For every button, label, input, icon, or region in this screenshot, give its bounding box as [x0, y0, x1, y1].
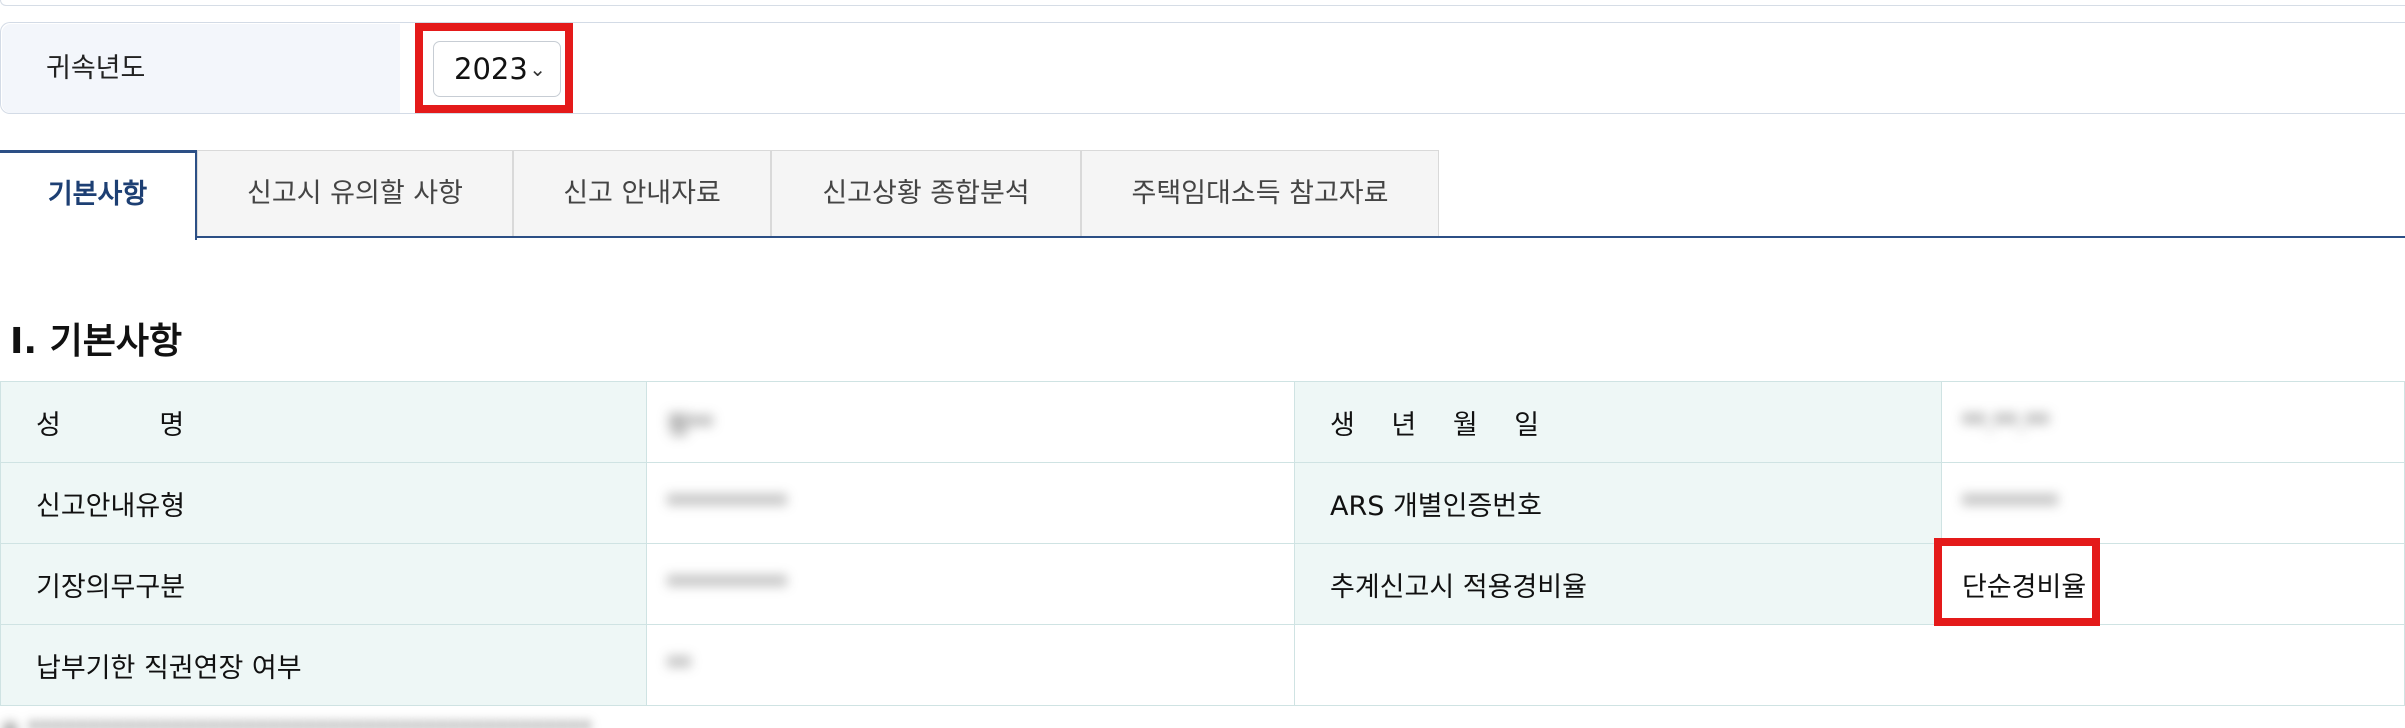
chevron-down-icon: ⌄ — [529, 57, 546, 81]
table-row: 신고안내유형 ********** ARS 개별인증번호 ******** — [0, 462, 2405, 544]
expense-rate-label: 추계신고시 적용경비율 — [1294, 543, 1942, 625]
ars-label: ARS 개별인증번호 — [1294, 462, 1942, 544]
basic-info-table: 성 명 정** 생 년 월 일 **.**.** 신고안내유형 ********… — [0, 381, 2405, 706]
tab-label: 기본사항 — [47, 179, 148, 210]
bookkeeping-label: 기장의무구분 — [0, 543, 647, 625]
year-filter-bar: 귀속년도 2023 ⌄ — [0, 22, 2405, 114]
tab-label: 신고시 유의할 사항 — [247, 178, 463, 209]
table-row: 납부기한 직권연장 여부 ** — [0, 624, 2405, 706]
table-row: 기장의무구분 ********** 추계신고시 적용경비율 단순경비율 — [0, 543, 2405, 625]
year-select-value: 2023 — [454, 52, 528, 86]
name-value: 정** — [646, 381, 1295, 463]
bottom-note: ※ **************************************… — [0, 716, 592, 728]
tab-label: 신고상황 종합분석 — [822, 178, 1030, 209]
table-row: 성 명 정** 생 년 월 일 **.**.** — [0, 381, 2405, 463]
tab-basic-info[interactable]: 기본사항 — [0, 150, 197, 240]
section-title: Ⅰ. 기본사항 — [10, 321, 183, 362]
ars-value: ******** — [1941, 462, 2405, 544]
expense-rate-value: 단순경비율 — [1941, 543, 2405, 625]
tab-bar: 기본사항 신고시 유의할 사항 신고 안내자료 신고상황 종합분석 주택임대소득… — [0, 150, 2405, 240]
tab-label: 주택임대소득 참고자료 — [1131, 178, 1389, 209]
tab-label: 신고 안내자료 — [563, 178, 721, 209]
year-label: 귀속년도 — [46, 53, 146, 84]
guide-type-value: ********** — [646, 462, 1295, 544]
tab-housing-rental[interactable]: 주택임대소득 참고자료 — [1081, 150, 1439, 238]
extension-label: 납부기한 직권연장 여부 — [0, 624, 647, 706]
birth-value: **.**.** — [1941, 381, 2405, 463]
bookkeeping-value: ********** — [646, 543, 1295, 625]
tab-baseline — [196, 236, 2405, 238]
year-label-cell: 귀속년도 — [2, 24, 400, 113]
top-panel-edge — [0, 0, 2405, 6]
name-label: 성 명 — [0, 381, 647, 463]
tab-filing-cautions[interactable]: 신고시 유의할 사항 — [197, 150, 513, 238]
extension-value: ** — [646, 624, 1295, 706]
guide-type-label: 신고안내유형 — [0, 462, 647, 544]
tab-filing-analysis[interactable]: 신고상황 종합분석 — [771, 150, 1081, 238]
empty-cell — [1294, 624, 2405, 706]
year-select[interactable]: 2023 ⌄ — [433, 41, 561, 97]
birth-label: 생 년 월 일 — [1294, 381, 1942, 463]
tab-filing-guide[interactable]: 신고 안내자료 — [513, 150, 771, 238]
